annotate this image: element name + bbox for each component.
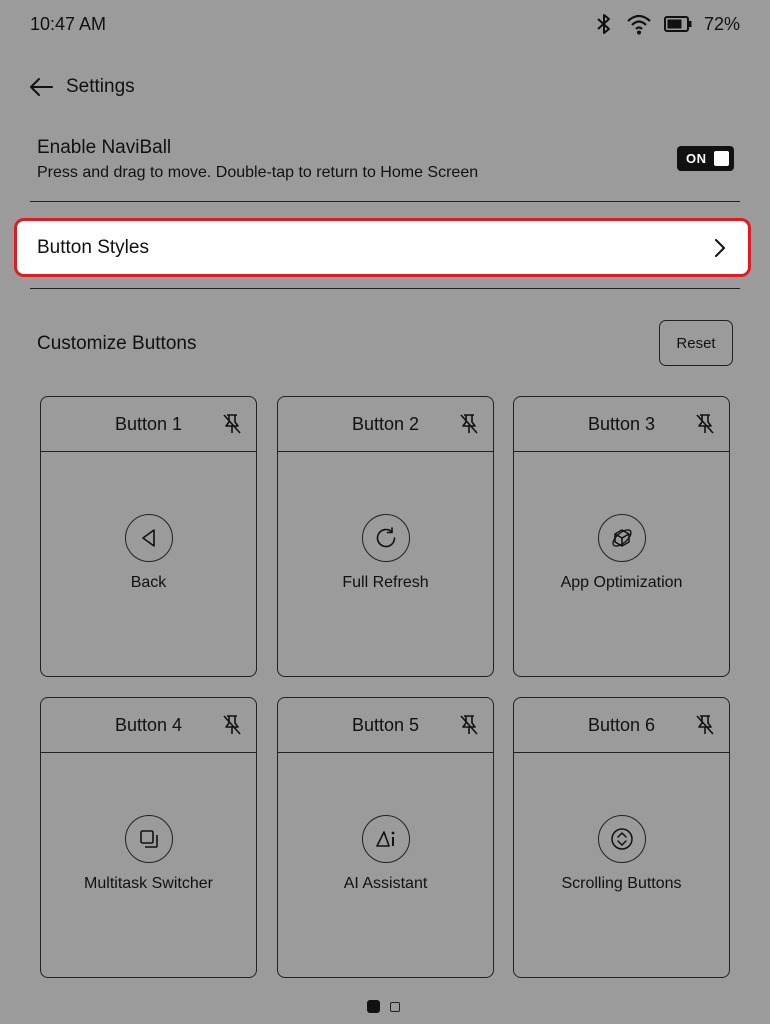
page-indicator — [367, 1000, 400, 1013]
card-function-label: AI Assistant — [343, 875, 428, 892]
button-styles-label: Button Styles — [37, 236, 149, 258]
divider — [30, 201, 740, 202]
card-header: Button 5 — [278, 698, 493, 753]
button-card-3[interactable]: Button 3 App Optimization — [513, 396, 730, 677]
card-header: Button 4 — [41, 698, 256, 753]
card-function-label: Scrolling Buttons — [561, 875, 682, 892]
card-body: Scrolling Buttons — [514, 753, 729, 977]
scroll-updown-icon — [597, 815, 646, 863]
status-icons: 72% — [594, 12, 740, 36]
unpin-icon[interactable] — [221, 713, 243, 737]
status-time: 10:47 AM — [30, 14, 107, 34]
button-card-5[interactable]: Button 5 AI Assistant — [277, 697, 494, 978]
back-triangle-icon — [124, 514, 173, 562]
cube-optimization-icon — [597, 514, 646, 562]
button-styles-row[interactable]: Button Styles — [14, 218, 751, 277]
divider — [30, 288, 740, 289]
button-card-4[interactable]: Button 4 Multitask Switcher — [40, 697, 257, 978]
card-header: Button 2 — [278, 397, 493, 452]
toggle-label: ON — [686, 151, 707, 166]
card-function-label: Full Refresh — [342, 574, 429, 591]
unpin-icon[interactable] — [458, 412, 480, 436]
wifi-icon — [626, 13, 652, 35]
card-body: AI Assistant — [278, 753, 493, 977]
button-card-1[interactable]: Button 1 Back — [40, 396, 257, 677]
card-title: Button 4 — [114, 714, 183, 735]
unpin-icon[interactable] — [221, 412, 243, 436]
card-function-label: Back — [130, 574, 167, 591]
card-body: App Optimization — [514, 452, 729, 676]
refresh-icon — [361, 514, 410, 562]
page-dot[interactable] — [390, 1001, 400, 1012]
card-header: Button 6 — [514, 698, 729, 753]
page-dot-active[interactable] — [367, 1000, 380, 1013]
card-body: Multitask Switcher — [41, 753, 256, 977]
customize-buttons-title: Customize Buttons — [37, 333, 197, 354]
naviball-description: Press and drag to move. Double-tap to re… — [37, 164, 479, 181]
ai-assistant-icon — [361, 815, 410, 863]
unpin-icon[interactable] — [694, 412, 716, 436]
battery-percent: 72% — [703, 13, 740, 34]
unpin-icon[interactable] — [694, 713, 716, 737]
card-header: Button 3 — [514, 397, 729, 452]
reset-button[interactable]: Reset — [659, 320, 733, 366]
unpin-icon[interactable] — [458, 713, 480, 737]
header: Settings — [28, 76, 135, 98]
naviball-title: Enable NaviBall — [37, 137, 172, 158]
card-function-label: Multitask Switcher — [84, 875, 213, 892]
card-title: Button 5 — [351, 714, 420, 735]
battery-icon — [663, 16, 692, 32]
card-title: Button 6 — [587, 714, 656, 735]
chevron-right-icon — [714, 238, 726, 258]
card-title: Button 1 — [114, 413, 183, 434]
card-body: Back — [41, 452, 256, 676]
page-title: Settings — [66, 76, 135, 97]
naviball-toggle[interactable]: ON — [677, 146, 734, 171]
button-card-2[interactable]: Button 2 Full Refresh — [277, 396, 494, 677]
card-title: Button 2 — [351, 413, 420, 434]
card-function-label: App Optimization — [560, 574, 683, 591]
bluetooth-icon — [594, 12, 614, 36]
card-body: Full Refresh — [278, 452, 493, 676]
back-arrow-icon[interactable] — [28, 76, 54, 98]
multitask-icon — [124, 815, 173, 863]
toggle-knob — [714, 151, 729, 166]
button-card-6[interactable]: Button 6 Scrolling Buttons — [513, 697, 730, 978]
card-title: Button 3 — [587, 413, 656, 434]
card-header: Button 1 — [41, 397, 256, 452]
